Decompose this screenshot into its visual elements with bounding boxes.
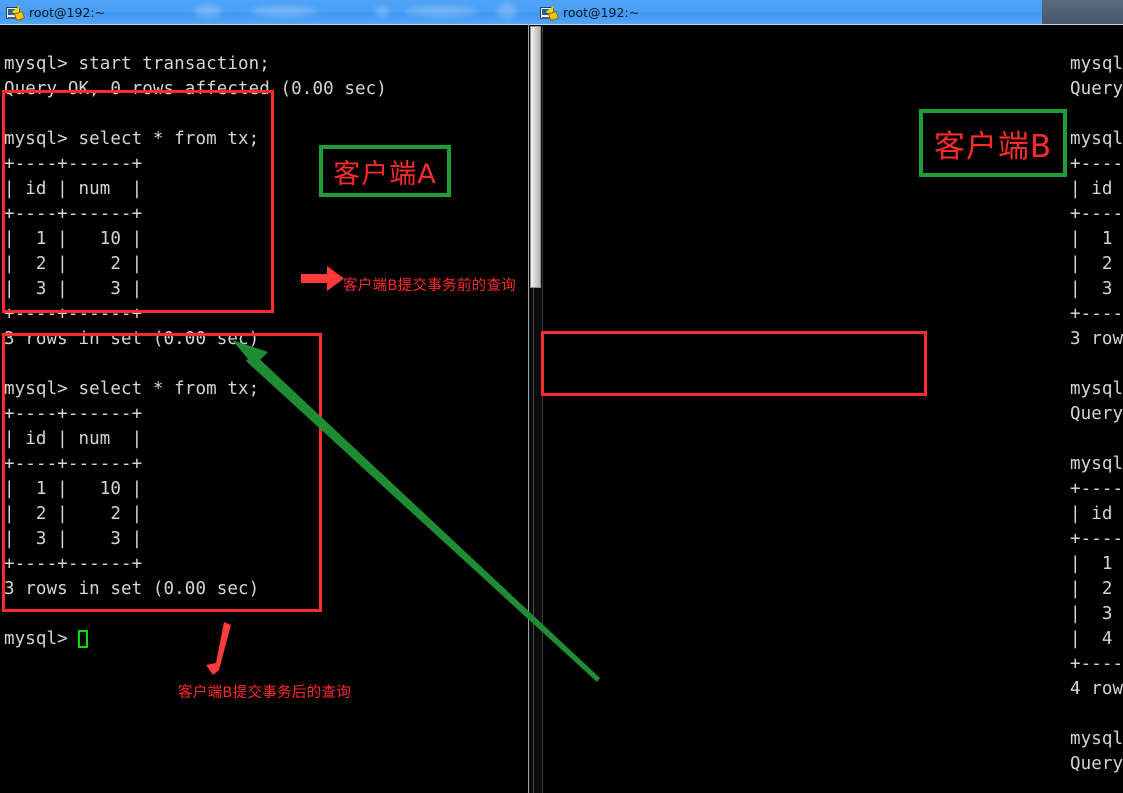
console-line: 3 rows in set (0.00 sec) xyxy=(4,579,260,599)
console-line: 3 rows in set (0.00 sec) xyxy=(1070,329,1123,349)
label-client-b: 客户端B xyxy=(919,109,1067,177)
console-line: Query OK, 0 rows affected (0.00 sec) xyxy=(1070,79,1123,99)
console-line: | 2 | 2 | xyxy=(4,254,143,274)
console-output-right: mysql> start transaction; Query OK, 0 row… xyxy=(1070,52,1123,793)
console-line: | 3 | 3 | xyxy=(1070,604,1113,624)
console-line: +----+------+ xyxy=(1070,304,1123,324)
console-line: mysql> start transaction; xyxy=(4,54,270,74)
console-line: mysql> insert into tx value(4, 4); xyxy=(1070,379,1123,399)
console-line: | id | num | xyxy=(1070,179,1113,199)
label-client-b-text: 客户端B xyxy=(933,128,1053,165)
label-client-a-text: 客户端A xyxy=(333,158,437,190)
console-line: mysql> commit; xyxy=(1070,729,1123,749)
right-terminal-scrollbar[interactable] xyxy=(529,26,543,793)
window-title-left-text: root@192:~ xyxy=(29,5,106,20)
annotation-after-commit: 客户端B提交事务后的查询 xyxy=(178,685,352,701)
console-line: mysql> xyxy=(4,627,387,652)
console-line: | 1 | 10 | xyxy=(4,229,143,249)
inactive-window-titlebar[interactable] xyxy=(1042,0,1123,24)
console-line: +----+------+ xyxy=(4,554,143,574)
console-line: mysql> select * from tx; xyxy=(1070,129,1123,149)
console-line: 3 rows in set (0.00 sec) xyxy=(4,329,260,349)
console-line: +----+------+ xyxy=(1070,204,1123,224)
window-title-right-text: root@192:~ xyxy=(563,5,640,20)
console-line: Query OK, 0 rows affected (0.01 sec) xyxy=(1070,754,1123,774)
console-line: 4 rows in set (0.00 sec) xyxy=(1070,679,1123,699)
console-line: | 3 | 3 | xyxy=(4,529,143,549)
console-line: | 2 | 2 | xyxy=(4,504,143,524)
console-line: | 1 | 10 | xyxy=(1070,554,1113,574)
console-output-left: mysql> start transaction; Query OK, 0 row… xyxy=(4,52,387,652)
screenshot-root: root@192:~ root@192:~ mysql> start trans… xyxy=(0,0,1123,793)
console-line: mysql> select * from tx; xyxy=(4,379,260,399)
terminal-window-client-a[interactable]: mysql> start transaction; Query OK, 0 row… xyxy=(0,25,528,793)
console-line: +----+------+ xyxy=(1070,529,1123,549)
console-line: | 1 | 10 | xyxy=(1070,229,1113,249)
console-line: mysql> select * from tx; xyxy=(1070,454,1123,474)
console-line: mysql> start transaction; xyxy=(1070,54,1123,74)
annotation-before-commit: 客户端B提交事务前的查询 xyxy=(343,278,517,294)
console-line: +----+------+ xyxy=(1070,154,1123,174)
label-client-a: 客户端A xyxy=(319,145,451,197)
putty-icon xyxy=(540,3,560,21)
putty-icon xyxy=(6,3,26,21)
console-line: +----+------+ xyxy=(4,404,143,424)
console-line: | 4 | 4 | xyxy=(1070,629,1113,649)
window-title-right[interactable]: root@192:~ xyxy=(534,0,639,25)
console-line: | 1 | 10 | xyxy=(4,479,143,499)
scrollbar-thumb[interactable] xyxy=(530,26,541,288)
scrollbar-track[interactable] xyxy=(533,288,534,793)
console-line: | id | num | xyxy=(4,429,143,449)
console-line: +----+------+ xyxy=(4,204,143,224)
console-line: | 2 | 2 | xyxy=(1070,254,1113,274)
console-line: +----+------+ xyxy=(1070,654,1123,674)
console-line: | 2 | 2 | xyxy=(1070,579,1113,599)
console-line: +----+------+ xyxy=(1070,479,1123,499)
console-line: | 3 | 3 | xyxy=(1070,279,1113,299)
console-line: Query OK, 1 row affected (0.01 sec) xyxy=(1070,404,1123,424)
console-line: +----+------+ xyxy=(4,304,143,324)
terminal-cursor xyxy=(78,630,89,648)
console-line: | 3 | 3 | xyxy=(4,279,143,299)
window-title-left[interactable]: root@192:~ xyxy=(0,0,105,25)
console-line: Query OK, 0 rows affected (0.00 sec) xyxy=(4,79,387,99)
console-line: | id | num | xyxy=(1070,504,1113,524)
console-line: +----+------+ xyxy=(4,454,143,474)
